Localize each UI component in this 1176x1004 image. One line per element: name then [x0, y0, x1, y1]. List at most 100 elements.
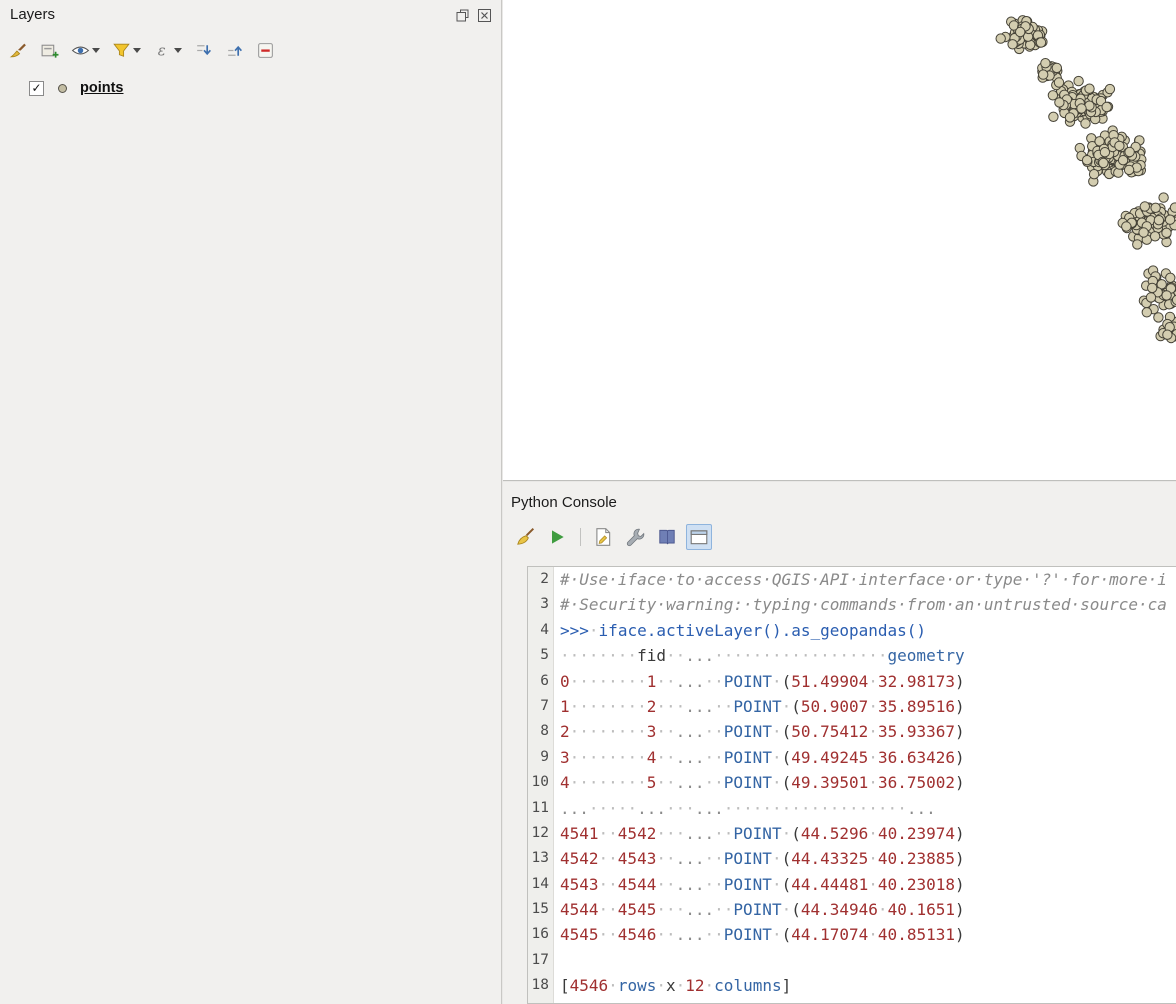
line-text: 4542··4543··...··POINT·(44.43325·40.2388…: [554, 846, 965, 871]
line-text: >>>·iface.activeLayer().as_geopandas(): [554, 618, 926, 643]
console-line: 134542··4543··...··POINT·(44.43325·40.23…: [528, 846, 1176, 871]
line-text: 4545··4546··...··POINT·(44.17074·40.8513…: [554, 922, 965, 947]
line-text: 2········3··...··POINT·(50.75412·35.9336…: [554, 719, 965, 744]
map-point: [1159, 193, 1168, 202]
map-canvas[interactable]: [503, 0, 1176, 481]
map-point: [1054, 78, 1063, 87]
map-point: [1166, 273, 1175, 282]
console-line: 82········3··...··POINT·(50.75412·35.933…: [528, 719, 1176, 744]
line-number: 2: [528, 567, 554, 592]
map-point: [1165, 215, 1174, 224]
map-point: [1170, 203, 1176, 212]
filter-legend-icon[interactable]: [109, 37, 144, 63]
close-panel-icon[interactable]: [477, 8, 491, 22]
map-point: [1100, 148, 1109, 157]
map-point: [1082, 156, 1091, 165]
console-line: 104········5··...··POINT·(49.39501·36.75…: [528, 770, 1176, 795]
line-number: 16: [528, 922, 554, 947]
dock-console-icon[interactable]: [686, 524, 712, 550]
line-number: 19: [528, 999, 554, 1004]
line-text: [554, 948, 560, 973]
layer-tree: ✓ points: [0, 76, 501, 100]
layer-visibility-checkbox[interactable]: ✓: [29, 81, 44, 96]
map-point: [1077, 104, 1086, 113]
map-point: [1105, 84, 1114, 93]
line-number: 4: [528, 618, 554, 643]
map-point: [1133, 240, 1142, 249]
line-text: #·Security·warning:·typing·commands·from…: [554, 592, 1167, 617]
line-number: 9: [528, 745, 554, 770]
layers-toolbar: ε: [0, 34, 501, 66]
map-point: [1125, 147, 1134, 156]
map-point: [1041, 59, 1050, 68]
map-point: [1162, 228, 1171, 237]
line-number: 15: [528, 897, 554, 922]
line-text: [554, 999, 560, 1004]
map-point: [1099, 158, 1108, 167]
line-number: 11: [528, 796, 554, 821]
layer-name[interactable]: points: [80, 80, 124, 96]
map-point: [1085, 84, 1094, 93]
help-icon[interactable]: [654, 524, 680, 550]
line-text: 4544··4545···...··POINT·(44.34946·40.165…: [554, 897, 965, 922]
map-point: [1052, 63, 1061, 72]
line-number: 7: [528, 694, 554, 719]
map-point: [1102, 102, 1111, 111]
map-point: [1151, 203, 1160, 212]
layer-row[interactable]: ✓ points: [0, 76, 501, 100]
add-group-icon[interactable]: [37, 37, 62, 63]
line-number: 14: [528, 872, 554, 897]
layers-panel-header: Layers: [0, 0, 501, 30]
line-text: 1········2···...··POINT·(50.9007·35.8951…: [554, 694, 965, 719]
python-console-panel: Python Console 2#·Use·iface·to·access·QG…: [503, 482, 1176, 1004]
point-symbol-icon: [58, 84, 67, 93]
line-number: 12: [528, 821, 554, 846]
line-number: 6: [528, 669, 554, 694]
filter-expression-icon[interactable]: ε: [150, 37, 185, 63]
line-number: 3: [528, 592, 554, 617]
console-line: 3#·Security·warning:·typing·commands·fro…: [528, 592, 1176, 617]
dropdown-arrow-icon: [174, 48, 182, 53]
line-number: 13: [528, 846, 554, 871]
dropdown-arrow-icon: [133, 48, 141, 53]
map-point: [1146, 293, 1155, 302]
run-command-icon[interactable]: [544, 524, 570, 550]
remove-layer-icon[interactable]: [253, 37, 278, 63]
map-point: [1074, 76, 1083, 85]
options-icon[interactable]: [622, 524, 648, 550]
map-point: [1055, 98, 1064, 107]
float-panel-icon[interactable]: [455, 8, 469, 22]
map-point: [1036, 38, 1045, 47]
map-point: [1122, 222, 1131, 231]
console-line: 19: [528, 999, 1176, 1004]
map-point: [1016, 27, 1025, 36]
console-line: 93········4··...··POINT·(49.49245·36.634…: [528, 745, 1176, 770]
line-text: ...·····...···...···················...: [554, 796, 936, 821]
map-point: [996, 34, 1005, 43]
expand-all-icon[interactable]: [191, 37, 216, 63]
map-point: [1039, 70, 1048, 79]
line-number: 8: [528, 719, 554, 744]
show-editor-icon[interactable]: [590, 524, 616, 550]
python-console-output[interactable]: 2#·Use·iface·to·access·QGIS·API·interfac…: [527, 566, 1176, 1004]
map-point: [1065, 113, 1074, 122]
line-number: 17: [528, 948, 554, 973]
clear-console-icon[interactable]: [512, 524, 538, 550]
collapse-all-icon[interactable]: [222, 37, 247, 63]
line-text: [4546·rows·x·12·columns]: [554, 973, 791, 998]
map-point: [1162, 291, 1171, 300]
line-number: 10: [528, 770, 554, 795]
map-themes-icon[interactable]: [68, 37, 103, 63]
console-line: 11...·····...···...···················..…: [528, 796, 1176, 821]
line-text: 3········4··...··POINT·(49.49245·36.6342…: [554, 745, 965, 770]
layers-panel-header-buttons: [455, 8, 491, 22]
line-number: 18: [528, 973, 554, 998]
map-point: [1115, 141, 1124, 150]
console-line: 124541··4542···...··POINT·(44.5296·40.23…: [528, 821, 1176, 846]
layers-panel-title: Layers: [10, 6, 55, 23]
map-point: [1142, 308, 1151, 317]
console-line: 71········2···...··POINT·(50.9007·35.895…: [528, 694, 1176, 719]
line-text: 4541··4542···...··POINT·(44.5296·40.2397…: [554, 821, 965, 846]
layer-styling-icon[interactable]: [6, 37, 31, 63]
console-line: 5········fid··...··················geome…: [528, 643, 1176, 668]
